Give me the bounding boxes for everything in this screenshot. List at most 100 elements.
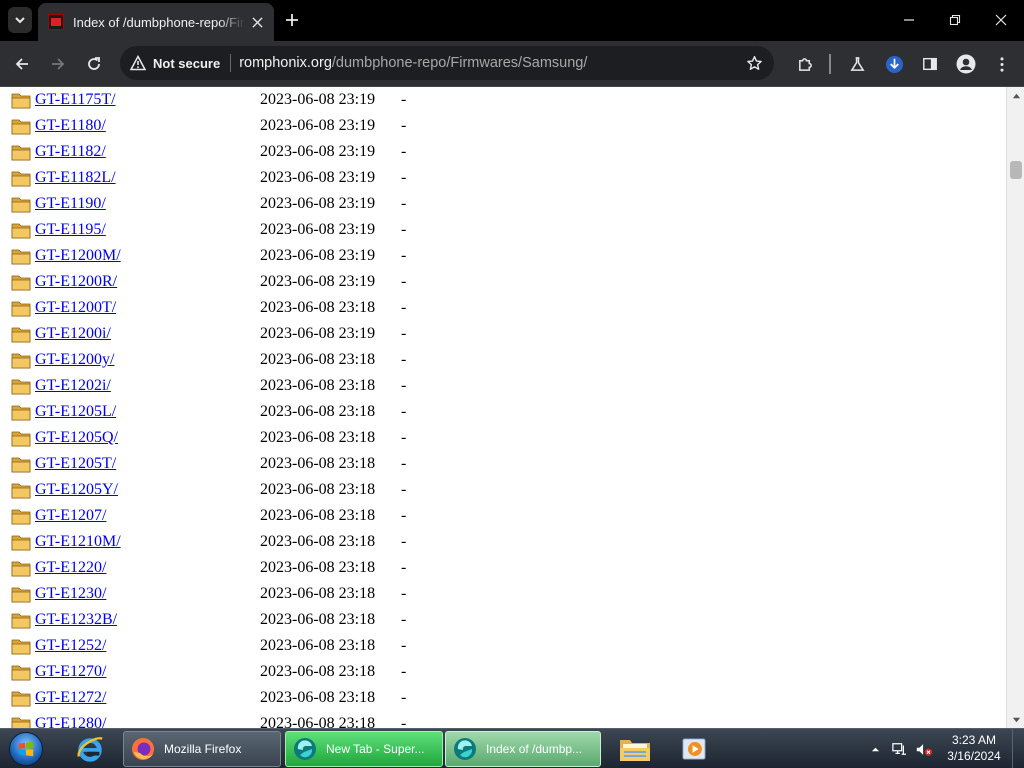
folder-icon [11, 559, 31, 577]
folder-link[interactable]: GT-E1175T/ [35, 91, 116, 109]
download-icon [885, 55, 903, 73]
folder-link[interactable]: GT-E1195/ [35, 221, 106, 239]
taskbar-index-tab[interactable]: Index of /dumbp... [445, 731, 601, 767]
modified-date: 2023-06-08 23:18 [260, 403, 376, 420]
extensions-button[interactable] [793, 52, 817, 76]
folder-link[interactable]: GT-E1205Y/ [35, 481, 118, 499]
restore-button[interactable] [943, 8, 967, 32]
tab-search-button[interactable] [8, 7, 32, 33]
forward-button[interactable] [46, 52, 70, 76]
menu-button[interactable] [990, 52, 1014, 76]
browser-icon [454, 738, 476, 760]
folder-icon [11, 351, 31, 369]
modified-date: 2023-06-08 23:18 [260, 585, 376, 602]
start-button[interactable] [6, 730, 46, 768]
file-size: - [401, 689, 407, 706]
folder-link[interactable]: GT-E1182L/ [35, 169, 116, 187]
modified-date: 2023-06-08 23:19 [260, 273, 376, 290]
scroll-up-arrow-icon[interactable] [1011, 91, 1021, 101]
browser-icon [294, 738, 316, 760]
folder-link[interactable]: GT-E1200T/ [35, 299, 116, 317]
modified-date: 2023-06-08 23:19 [260, 91, 376, 108]
folder-link[interactable]: GT-E1200i/ [35, 325, 111, 343]
active-tab[interactable]: Index of /dumbphone-repo/Firmwares/Samsu… [38, 3, 274, 41]
folder-link[interactable]: GT-E1182/ [35, 143, 106, 161]
folder-link[interactable]: GT-E1200R/ [35, 273, 117, 291]
modified-date: 2023-06-08 23:19 [260, 195, 376, 212]
modified-date: 2023-06-08 23:19 [260, 143, 376, 160]
show-hidden-icons-button[interactable] [867, 729, 883, 768]
file-size: - [401, 143, 407, 160]
warning-icon[interactable] [130, 55, 148, 71]
taskbar-firefox[interactable]: Mozilla Firefox [123, 731, 281, 767]
listing-row: GT-E1200R/2023-06-08 23:19 - [0, 269, 700, 295]
volume-muted-icon[interactable] [913, 729, 935, 768]
scrollbar-thumb[interactable] [1010, 161, 1022, 179]
folder-link[interactable]: GT-E1210M/ [35, 533, 121, 551]
folder-link[interactable]: GT-E1232B/ [35, 611, 117, 629]
media-player-pin[interactable] [668, 731, 720, 767]
vertical-scrollbar[interactable] [1006, 87, 1024, 728]
close-icon [995, 14, 1007, 26]
folder-link[interactable]: GT-E1205Q/ [35, 429, 118, 447]
minimize-button[interactable] [897, 8, 921, 32]
modified-date: 2023-06-08 23:18 [260, 611, 376, 628]
close-window-button[interactable] [989, 8, 1013, 32]
taskbar-new-tab[interactable]: New Tab - Super... [285, 731, 443, 767]
tab-title: Index of /dumbphone-repo/Firmwares/Samsu… [73, 14, 245, 30]
file-explorer-pin[interactable] [609, 731, 661, 767]
chevron-down-icon [15, 17, 25, 24]
folder-link[interactable]: GT-E1230/ [35, 585, 106, 603]
folder-link[interactable]: GT-E1270/ [35, 663, 106, 681]
folder-icon [11, 299, 31, 317]
folder-icon [11, 117, 31, 135]
folder-icon [11, 663, 31, 681]
listing-row: GT-E1205Y/2023-06-08 23:18 - [0, 477, 700, 503]
folder-icon [11, 221, 31, 239]
show-desktop-button[interactable] [1012, 729, 1024, 768]
back-button[interactable] [10, 52, 34, 76]
labs-button[interactable] [845, 52, 869, 76]
modified-date: 2023-06-08 23:18 [260, 377, 376, 394]
listing-row: GT-E1190/2023-06-08 23:19 - [0, 191, 700, 217]
folder-link[interactable]: GT-E1220/ [35, 559, 106, 577]
folder-icon [11, 481, 31, 499]
folder-link[interactable]: GT-E1205L/ [35, 403, 116, 421]
modified-date: 2023-06-08 23:18 [260, 455, 376, 472]
download-extension-button[interactable] [882, 52, 906, 76]
scroll-down-arrow-icon[interactable] [1011, 714, 1021, 724]
folder-link[interactable]: GT-E1280/ [35, 715, 106, 728]
folder-link[interactable]: GT-E1252/ [35, 637, 106, 655]
close-tab-button[interactable] [248, 13, 266, 31]
folder-link[interactable]: GT-E1200M/ [35, 247, 121, 265]
folder-icon [11, 169, 31, 187]
file-size: - [401, 611, 407, 628]
system-clock[interactable]: 3:23 AM 3/16/2024 [938, 732, 1010, 764]
modified-date: 2023-06-08 23:18 [260, 429, 376, 446]
file-size: - [401, 507, 407, 524]
folder-icon [11, 533, 31, 551]
not-secure-label[interactable]: Not secure [153, 56, 220, 71]
folder-link[interactable]: GT-E1207/ [35, 507, 106, 525]
folder-link[interactable]: GT-E1200y/ [35, 351, 114, 369]
reload-button[interactable] [82, 52, 106, 76]
omnibox-divider [230, 54, 232, 72]
profile-button[interactable] [954, 52, 978, 76]
folder-link[interactable]: GT-E1272/ [35, 689, 106, 707]
folder-link[interactable]: GT-E1202i/ [35, 377, 111, 395]
listing-row: GT-E1220/2023-06-08 23:18 - [0, 555, 700, 581]
file-size: - [401, 403, 407, 420]
folder-link[interactable]: GT-E1180/ [35, 117, 106, 135]
modified-date: 2023-06-08 23:18 [260, 663, 376, 680]
new-tab-button[interactable] [282, 10, 302, 30]
folder-link[interactable]: GT-E1205T/ [35, 455, 116, 473]
internet-explorer-pin[interactable] [64, 731, 116, 767]
network-tray-icon[interactable] [889, 729, 909, 768]
folder-icon [11, 585, 31, 603]
side-panel-button[interactable] [918, 52, 942, 76]
folder-icon [11, 637, 31, 655]
url-text[interactable]: romphonix.org/dumbphone-repo/Firmwares/S… [239, 55, 587, 71]
bookmark-star-button[interactable] [744, 53, 764, 73]
address-bar[interactable]: Not secure romphonix.org/dumbphone-repo/… [120, 46, 774, 80]
folder-link[interactable]: GT-E1190/ [35, 195, 106, 213]
